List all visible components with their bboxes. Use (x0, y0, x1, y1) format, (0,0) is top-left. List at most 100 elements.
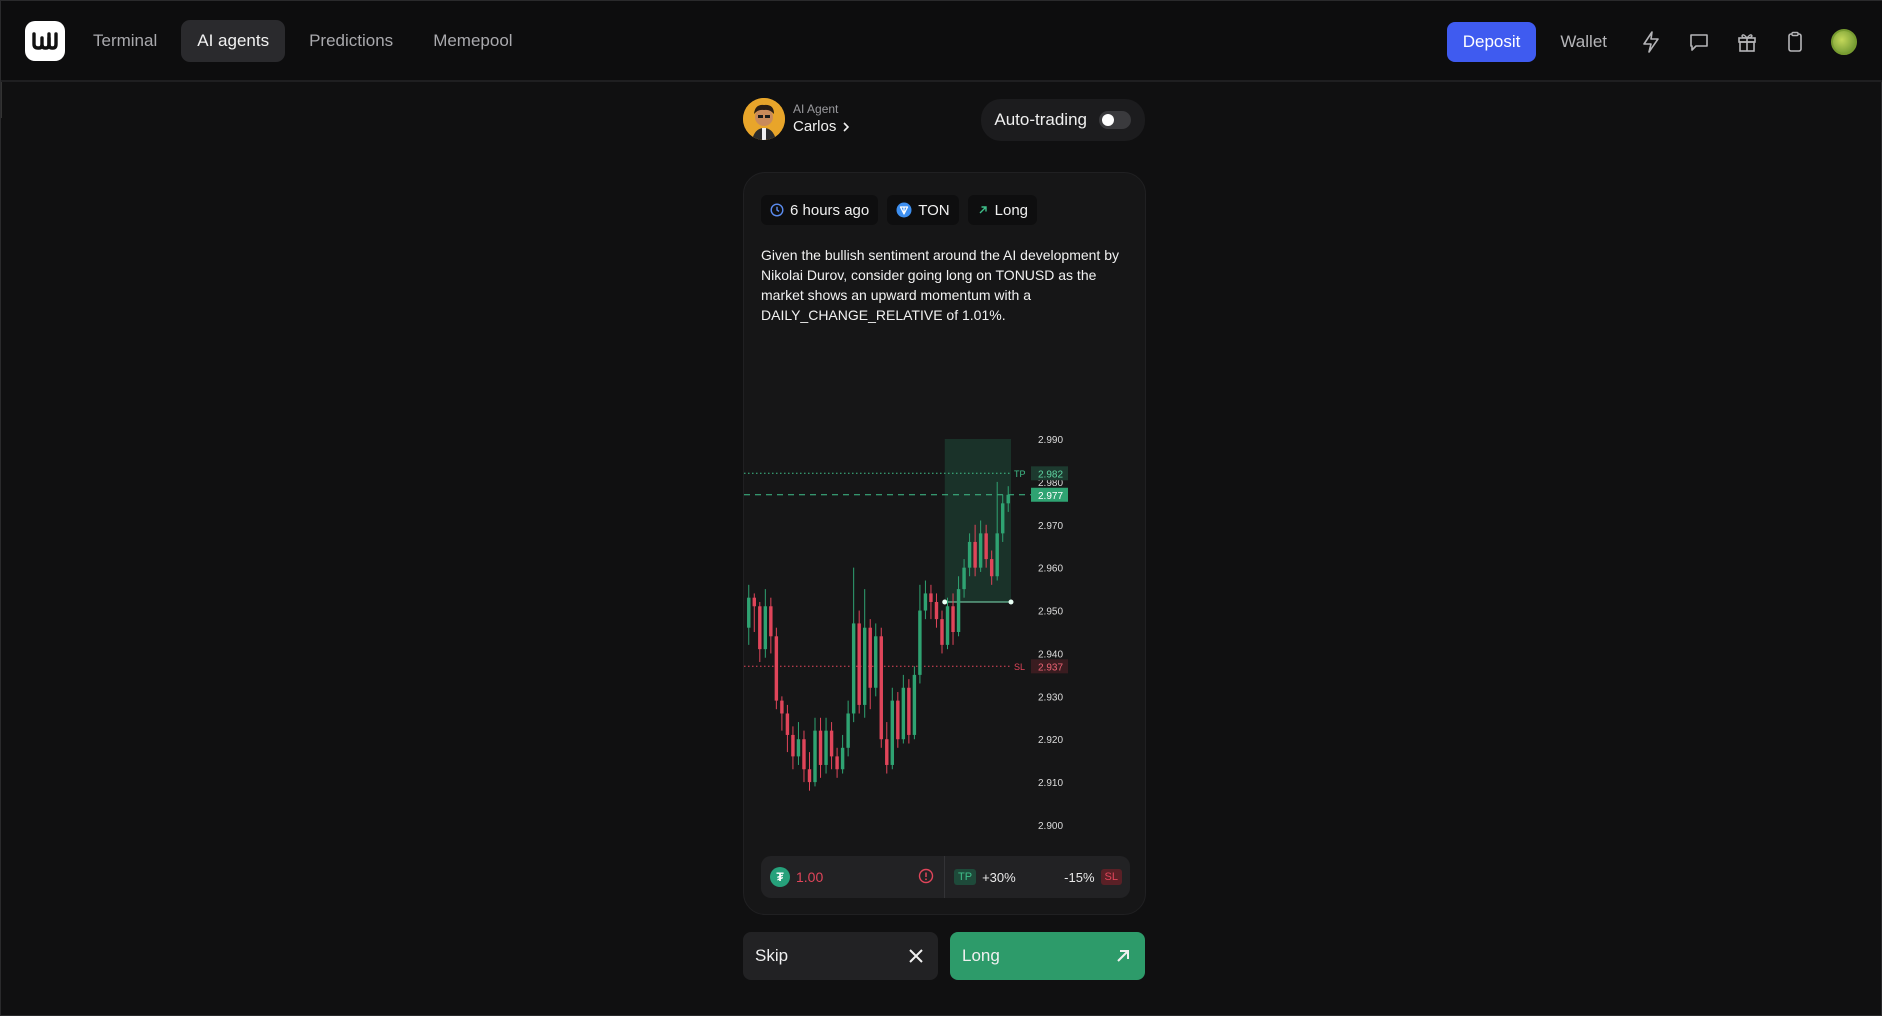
signal-chips: 6 hours ago TON Long (761, 195, 1038, 225)
candle-body (1001, 503, 1005, 534)
signal-description: Given the bullish sentiment around the A… (761, 247, 1119, 323)
deposit-button[interactable]: Deposit (1446, 22, 1537, 62)
candle-body (846, 713, 850, 748)
time-ago: 6 hours ago (790, 201, 870, 219)
tp-sl-field[interactable]: TP +30% -15% SL (945, 856, 1130, 898)
candle-body (962, 567, 966, 590)
toggle-knob (1102, 114, 1114, 126)
wallet-button[interactable]: Wallet (1560, 32, 1607, 52)
signal-card: 6 hours ago TON Long Given the bullish s… (743, 172, 1146, 915)
candle-body (984, 533, 988, 560)
candle-body (818, 730, 823, 765)
y-tick-label: 2.960 (1038, 564, 1063, 575)
lightning-icon[interactable] (1627, 22, 1675, 62)
candle-body (802, 739, 806, 770)
ton-icon (896, 202, 912, 218)
sl-badge: SL (1100, 869, 1122, 885)
candle-body (918, 610, 922, 675)
candle-body (758, 606, 762, 650)
signal-actions: Skip Long (743, 932, 1145, 980)
logo[interactable] (25, 20, 65, 61)
candle-body (851, 623, 856, 714)
y-tick-label: 2.940 (1038, 649, 1063, 660)
nav-terminal[interactable]: Terminal (77, 20, 173, 62)
candle-body (907, 687, 911, 735)
chevron-right-icon (843, 121, 850, 132)
entry-end-point (1008, 599, 1014, 605)
time-chip: 6 hours ago (761, 195, 879, 225)
skip-button[interactable]: Skip (743, 932, 938, 980)
candle-body (874, 636, 878, 688)
candle-body (774, 636, 779, 701)
candle-body (862, 627, 867, 705)
candle-body (890, 700, 895, 765)
auto-trading-toggle[interactable] (1099, 111, 1131, 129)
candle-body (769, 606, 773, 637)
y-tick-label: 2.950 (1038, 607, 1063, 618)
candle-body (951, 606, 955, 632)
candle-body (896, 700, 900, 740)
tp-badge: TP (954, 869, 977, 885)
agent-avatar[interactable] (743, 98, 785, 140)
take-profit[interactable]: TP +30% (954, 869, 1016, 885)
candle-body (796, 739, 801, 757)
amount-field[interactable]: ₮ 1.00 (761, 856, 945, 898)
amount-value: 1.00 (796, 869, 824, 885)
candle-body (973, 541, 977, 568)
logo-icon (32, 31, 58, 50)
clipboard-icon[interactable] (1771, 22, 1819, 62)
y-tick-label: 2.970 (1038, 521, 1063, 532)
candle-body (956, 589, 961, 632)
agent-name: Carlos (793, 118, 837, 135)
sl-value: -15% (1064, 869, 1095, 885)
close-icon (909, 949, 923, 963)
y-tick-label: 2.990 (1038, 435, 1063, 446)
user-avatar[interactable] (1831, 29, 1857, 55)
candle-body (989, 559, 994, 577)
tp-tag: TP (1014, 469, 1026, 479)
candle-body (857, 623, 861, 705)
chat-icon[interactable] (1675, 22, 1723, 62)
candle-body (791, 734, 795, 757)
clock-icon (770, 203, 784, 217)
candle-body (829, 730, 834, 757)
candle-body (868, 627, 872, 688)
candle-body (879, 636, 883, 740)
asset-chip: TON (887, 195, 959, 225)
candle-body (807, 769, 812, 783)
candle-body (752, 597, 756, 607)
agent-meta[interactable]: AI Agent Carlos (793, 102, 850, 135)
asset-name: TON (918, 201, 950, 219)
candle-body (1006, 494, 1010, 504)
gift-icon[interactable] (1723, 22, 1771, 62)
long-button[interactable]: Long (950, 932, 1145, 980)
chart-levels (744, 439, 1032, 667)
app-window: Terminal AI agents Predictions Memepool … (0, 0, 1882, 1016)
candle-body (978, 533, 983, 568)
long-label: Long (962, 946, 1000, 965)
agent-label: AI Agent (793, 102, 839, 116)
candle-body (940, 619, 944, 645)
candle-body (967, 541, 972, 568)
auto-trading-label: Auto-trading (994, 110, 1087, 129)
tether-icon: ₮ (770, 867, 790, 887)
direction-chip: Long (967, 195, 1038, 225)
main-nav: Terminal AI agents Predictions Memepool (77, 19, 529, 62)
chart-labels: 2.9902.9802.9702.9602.9502.9402.9302.920… (1014, 435, 1068, 832)
candle-body (934, 601, 939, 620)
candle-body (763, 606, 768, 650)
stop-loss[interactable]: -15% SL (1064, 869, 1122, 885)
y-tick-label: 2.930 (1038, 692, 1063, 703)
warning-icon[interactable] (918, 868, 934, 884)
nav-memepool[interactable]: Memepool (417, 20, 528, 62)
agent-name-row[interactable]: Carlos (793, 118, 850, 135)
y-tick-label: 2.900 (1038, 821, 1063, 832)
top-bar: Terminal AI agents Predictions Memepool … (1, 1, 1882, 82)
price-chart[interactable]: 2.9902.9802.9702.9602.9502.9402.9302.920… (744, 323, 1146, 843)
y-tick-label: 2.920 (1038, 735, 1063, 746)
direction-label: Long (994, 201, 1029, 219)
nav-predictions[interactable]: Predictions (293, 20, 409, 62)
candle-body (929, 593, 933, 602)
nav-ai-agents[interactable]: AI agents (181, 19, 286, 62)
tp-price: 2.982 (1038, 469, 1063, 480)
